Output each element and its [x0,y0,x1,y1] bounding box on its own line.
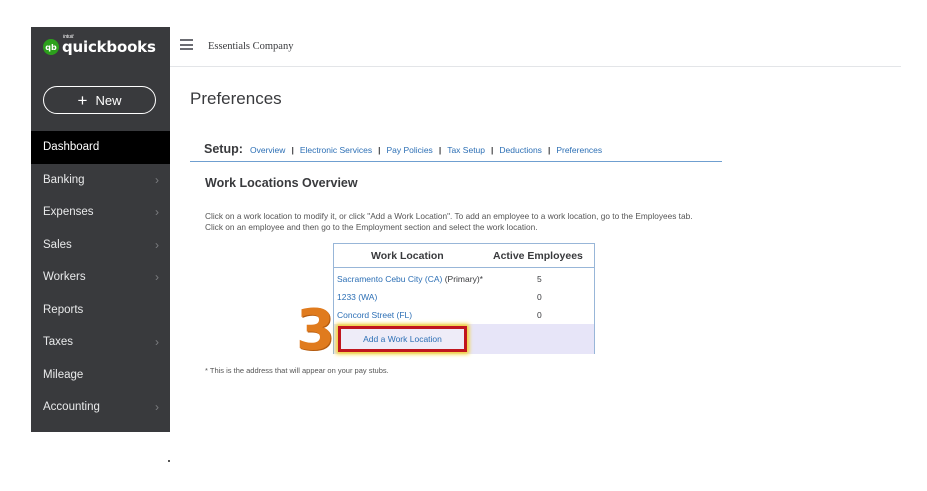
sidebar-item-accounting[interactable]: Accounting › [31,391,170,424]
table-row: 1233 (WA) 0 [334,288,594,306]
sidebar-item-label: Banking [43,173,85,186]
instructions-line-1: Click on a work location to modify it, o… [205,211,693,221]
sidebar-item-dashboard[interactable]: Dashboard [31,131,170,164]
add-work-location-button[interactable]: Add a Work Location [338,326,467,352]
location-name[interactable]: Concord Street (FL) [337,310,412,320]
table-row: Sacramento Cebu City (CA) (Primary)* 5 [334,270,594,288]
new-button[interactable]: + New [43,86,156,114]
add-location-row: Add a Work Location [334,324,594,354]
company-name: Essentials Company [208,41,294,52]
chevron-right-icon: › [155,237,159,252]
link-separator: | [438,145,442,155]
setup-label: Setup: [204,142,243,156]
sidebar-item-label: Accounting [43,401,100,413]
sidebar-item-taxes[interactable]: Taxes › [31,326,170,359]
link-separator: | [491,145,494,155]
link-separator: | [547,145,551,155]
setup-link-preferences[interactable]: Preferences [556,145,602,155]
footnote: * This is the address that will appear o… [205,366,389,375]
plus-icon: + [77,90,88,110]
sidebar-item-expenses[interactable]: Expenses › [31,196,170,229]
instructions-text: Click on a work location to modify it, o… [205,211,765,233]
link-separator: | [291,145,294,155]
column-header-work-location: Work Location [371,250,444,262]
app-window: qb intuit quickbooks + New Dashboard Ban… [0,0,927,491]
work-locations-table: Work Location Active Employees Sacrament… [333,243,595,354]
chevron-right-icon: › [155,335,159,349]
location-name[interactable]: Sacramento Cebu City (CA) [337,274,442,284]
sidebar-nav: Dashboard Banking › Expenses › Sales › W… [31,131,170,424]
top-bar: Essentials Company [170,27,901,67]
sidebar-item-label: Taxes [43,336,74,348]
quickbooks-logo[interactable]: qb intuit quickbooks [43,34,156,59]
sidebar-item-label: Dashboard [43,141,100,153]
instructions-line-2: Click on an employee and then go to the … [205,222,538,232]
location-link[interactable]: 1233 (WA) [337,292,377,302]
link-separator: | [378,145,381,155]
location-link[interactable]: Concord Street (FL) [337,310,412,320]
quickbooks-logo-icon: qb [43,39,59,55]
chevron-right-icon: › [155,270,159,284]
sidebar-item-reports[interactable]: Reports [31,294,170,327]
chevron-right-icon: › [155,400,159,414]
column-header-active-employees: Active Employees [493,250,583,262]
new-button-label: New [95,92,122,108]
step-number-callout: 3 [296,298,335,363]
sidebar-resize-handle[interactable] [168,460,170,462]
employee-count: 5 [537,274,542,284]
logo-intuit-text: intuit [63,33,74,40]
sidebar: qb intuit quickbooks + New Dashboard Ban… [31,27,170,432]
sidebar-item-workers[interactable]: Workers › [31,261,170,294]
sidebar-item-label: Sales [43,238,72,251]
setup-link-electronic-services[interactable]: Electronic Services [300,145,372,155]
hamburger-menu-icon[interactable] [180,39,193,50]
setup-links: Overview | Electronic Services | Pay Policie… [250,145,602,155]
sidebar-item-label: Mileage [43,368,84,381]
employee-count: 0 [537,292,542,302]
section-title: Work Locations Overview [205,176,358,190]
logo-text: quickbooks [62,37,156,56]
sidebar-item-sales[interactable]: Sales › [31,229,170,262]
setup-link-tax-setup[interactable]: Tax Setup [447,145,485,155]
sidebar-item-banking[interactable]: Banking › [31,164,170,197]
sidebar-item-label: Workers [43,271,86,283]
employee-count: 0 [537,310,542,320]
chevron-right-icon: › [155,205,159,219]
location-link[interactable]: Sacramento Cebu City (CA) (Primary)* [337,274,483,284]
primary-marker: (Primary)* [442,274,483,284]
page-title: Preferences [190,89,282,108]
table-header: Work Location Active Employees [334,244,594,268]
setup-nav: Setup: Overview | Electronic Services | Pay … [190,138,722,162]
setup-link-overview[interactable]: Overview [250,145,285,155]
sidebar-item-mileage[interactable]: Mileage [31,359,170,392]
setup-link-deductions[interactable]: Deductions [499,145,542,155]
table-row: Concord Street (FL) 0 [334,306,594,324]
chevron-right-icon: › [155,172,159,187]
location-name[interactable]: 1233 (WA) [337,292,377,302]
setup-link-pay-policies[interactable]: Pay Policies [387,145,433,155]
sidebar-item-label: Expenses [43,206,94,218]
sidebar-item-label: Reports [43,303,84,316]
logo-wordmark: intuit quickbooks [62,34,156,57]
